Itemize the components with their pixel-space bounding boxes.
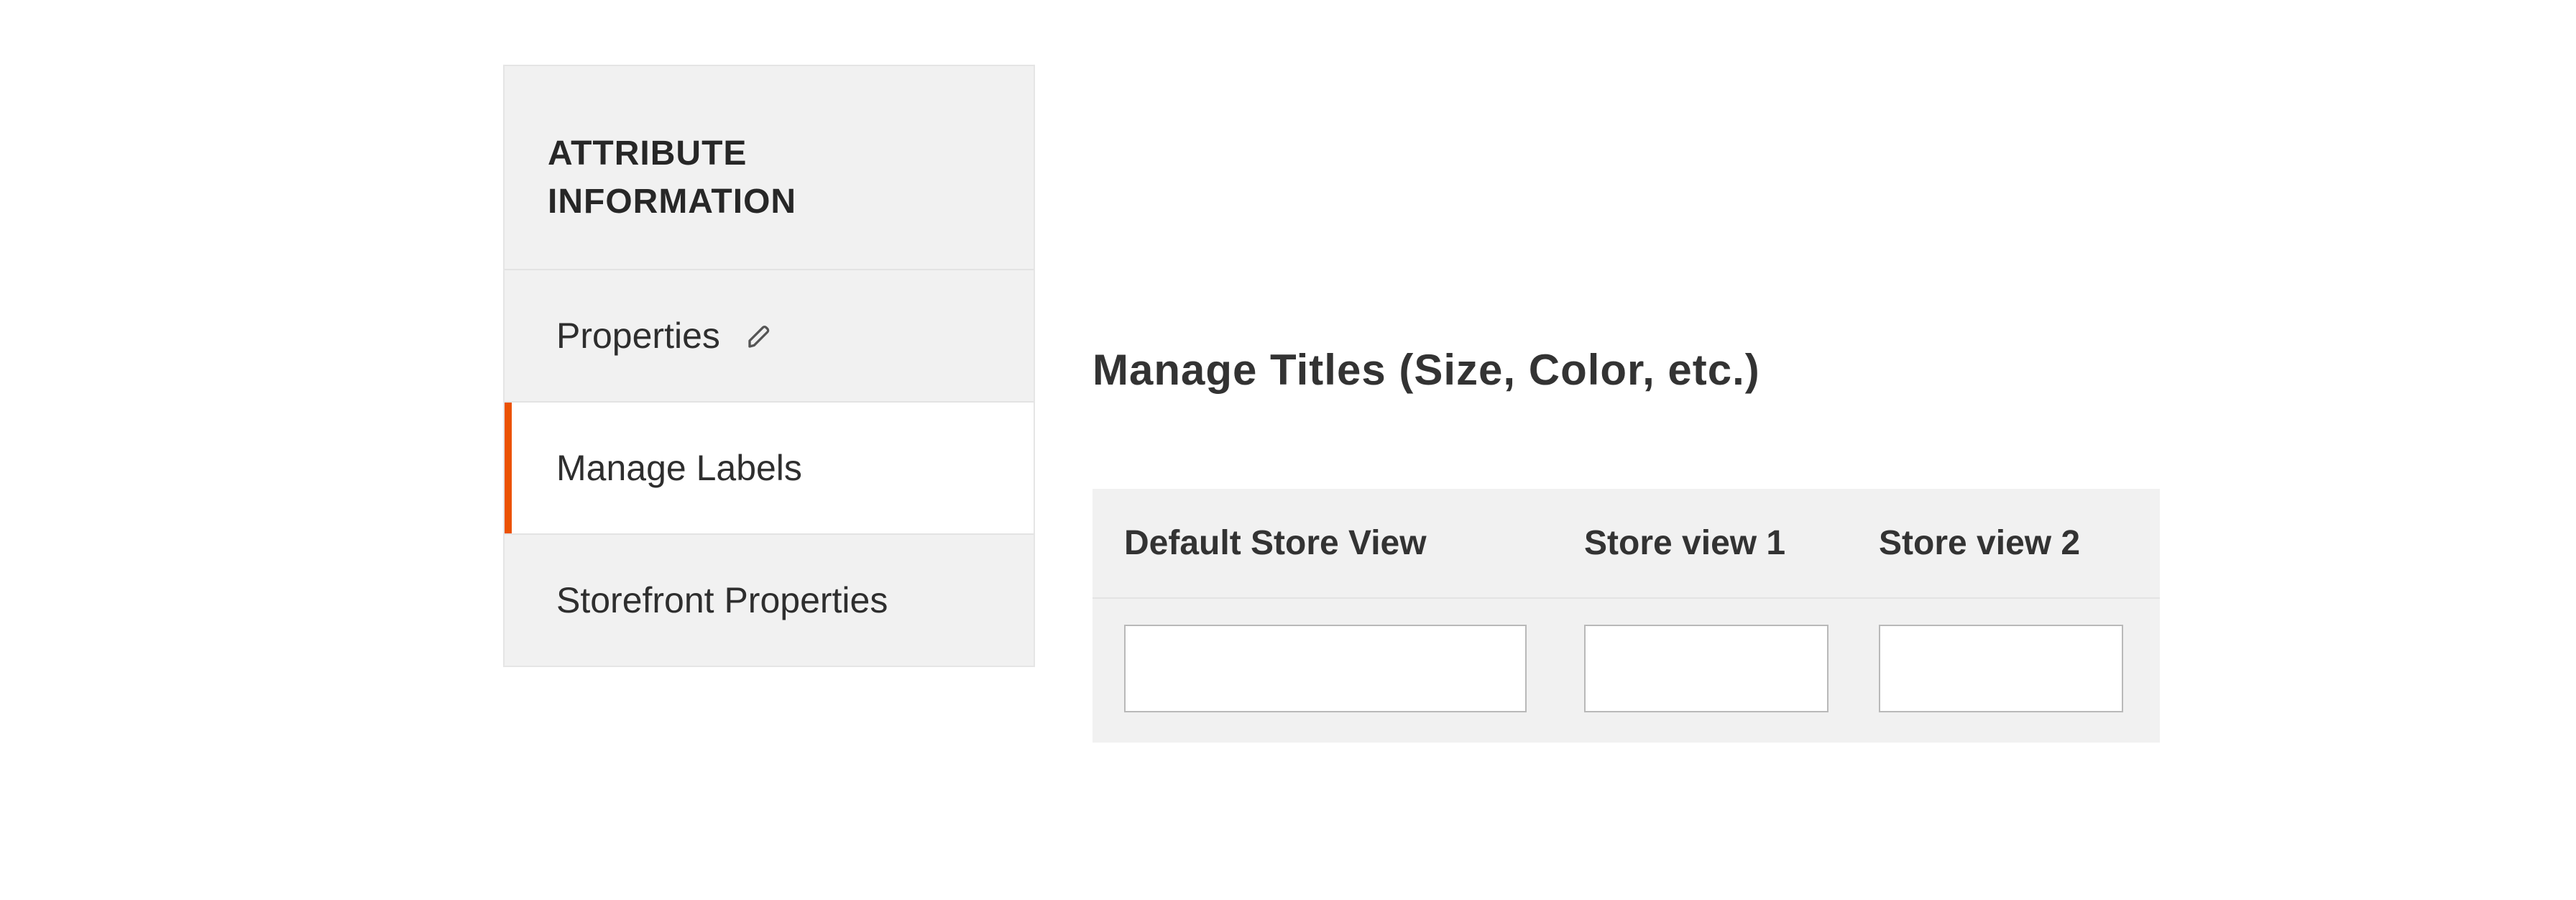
app-root: ATTRIBUTE INFORMATION Properties Manage … <box>0 0 2576 900</box>
table-header-row: Default Store View Store view 1 Store vi… <box>1092 489 2160 599</box>
pencil-icon <box>746 321 775 350</box>
table-row <box>1092 599 2160 712</box>
sidebar-item-manage-labels[interactable]: Manage Labels <box>505 403 1034 535</box>
title-input-store-view-1[interactable] <box>1584 625 1828 712</box>
table-header-store-view-2: Store view 2 <box>1879 523 2138 563</box>
page-title: Manage Titles (Size, Color, etc.) <box>1092 345 1760 395</box>
sidebar-item-label: Properties <box>556 315 720 357</box>
table-cell <box>1584 625 1879 712</box>
table-cell <box>1879 625 2138 712</box>
sidebar-item-properties[interactable]: Properties <box>505 270 1034 403</box>
titles-table: Default Store View Store view 1 Store vi… <box>1092 489 2160 743</box>
attribute-information-sidebar: ATTRIBUTE INFORMATION Properties Manage … <box>503 65 1035 667</box>
title-input-default-store-view[interactable] <box>1124 625 1527 712</box>
table-header-default-store-view: Default Store View <box>1124 523 1584 563</box>
sidebar-item-label: Manage Labels <box>556 447 802 489</box>
sidebar-item-label: Storefront Properties <box>556 579 888 621</box>
sidebar-item-storefront-properties[interactable]: Storefront Properties <box>505 535 1034 666</box>
title-input-store-view-2[interactable] <box>1879 625 2123 712</box>
table-cell <box>1124 625 1584 712</box>
sidebar-title: ATTRIBUTE INFORMATION <box>505 66 1034 270</box>
table-header-store-view-1: Store view 1 <box>1584 523 1879 563</box>
